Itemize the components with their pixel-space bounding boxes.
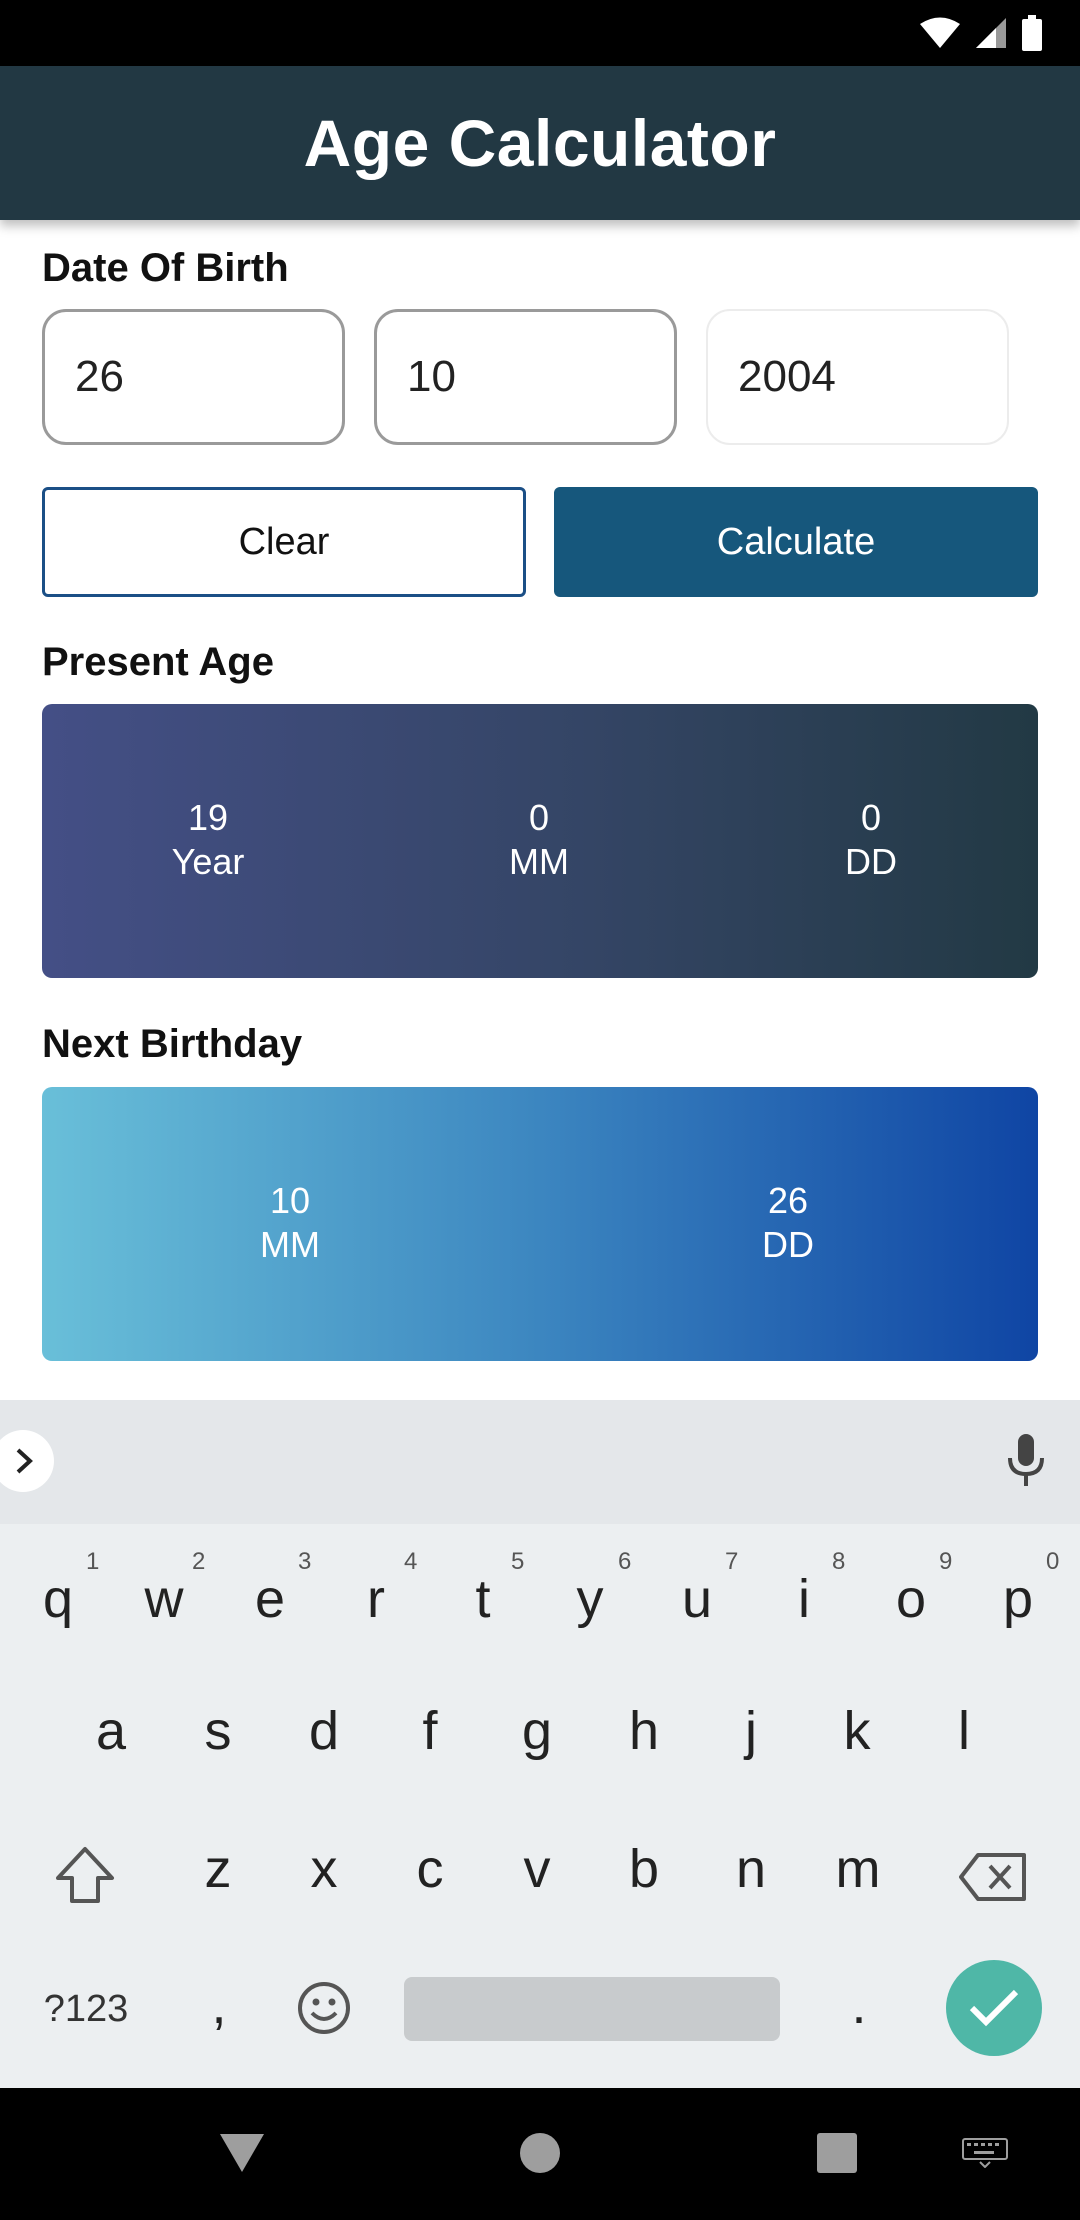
keyboard-icon[interactable] (962, 2138, 1008, 2168)
birthday-months-value: 10 (269, 1180, 311, 1221)
key-t[interactable]: t (475, 1572, 490, 1626)
age-days-unit: DD (845, 841, 897, 882)
birthday-days-unit: DD (762, 1224, 814, 1265)
next-birthday-card: 10 MM 26 DD (42, 1087, 1038, 1361)
key-hint-4: 4 (404, 1548, 418, 1575)
battery-icon (1022, 15, 1042, 51)
key-i[interactable]: i (798, 1572, 810, 1626)
key-hint-8: 8 (832, 1548, 846, 1575)
period-key[interactable]: . (851, 1978, 866, 2032)
comma-key[interactable]: , (211, 1978, 226, 2032)
key-y[interactable]: y (577, 1572, 604, 1626)
signal-icon (976, 18, 1006, 48)
key-o[interactable]: o (896, 1572, 926, 1626)
app-bar: Age Calculator (0, 66, 1080, 220)
calculate-button[interactable]: Calculate (554, 487, 1038, 597)
navigation-bar (0, 2088, 1080, 2220)
key-n[interactable]: n (736, 1842, 766, 1896)
key-hint-5: 5 (511, 1548, 525, 1575)
key-q[interactable]: q (43, 1572, 73, 1626)
clear-button[interactable]: Clear (42, 487, 526, 597)
birthday-months: 10 MM (260, 1179, 320, 1267)
key-k[interactable]: k (844, 1704, 871, 1758)
checkmark-icon (969, 1989, 1019, 2027)
age-days-value: 0 (860, 797, 882, 838)
key-g[interactable]: g (522, 1704, 552, 1758)
age-days: 0 DD (845, 796, 897, 884)
key-p[interactable]: p (1003, 1572, 1033, 1626)
date-of-birth-inputs: 26 10 2004 (42, 309, 1009, 445)
key-m[interactable]: m (836, 1842, 881, 1896)
date-of-birth-label: Date Of Birth (42, 246, 289, 290)
birthday-days-value: 26 (767, 1180, 809, 1221)
enter-key[interactable] (946, 1960, 1042, 2056)
app-title: Age Calculator (303, 106, 777, 180)
chevron-right-icon[interactable] (0, 1430, 54, 1492)
key-x[interactable]: x (311, 1842, 338, 1896)
back-triangle-icon[interactable] (218, 2130, 266, 2174)
key-hint-0: 0 (1046, 1548, 1060, 1575)
key-hint-1: 1 (86, 1548, 100, 1575)
wifi-icon (920, 17, 960, 48)
key-z[interactable]: z (205, 1842, 232, 1896)
age-years-unit: Year (171, 841, 245, 882)
key-j[interactable]: j (745, 1704, 757, 1758)
shift-icon[interactable] (54, 1846, 116, 1904)
key-hint-2: 2 (192, 1548, 206, 1575)
key-hint-9: 9 (939, 1548, 953, 1575)
day-input[interactable]: 26 (42, 309, 345, 445)
key-h[interactable]: h (629, 1704, 659, 1758)
symbols-key[interactable]: ?123 (44, 1990, 129, 2028)
key-r[interactable]: r (367, 1572, 385, 1626)
present-age-card: 19 Year 0 MM 0 DD (42, 704, 1038, 978)
key-u[interactable]: u (682, 1572, 712, 1626)
key-c[interactable]: c (417, 1842, 444, 1896)
key-v[interactable]: v (524, 1842, 551, 1896)
key-d[interactable]: d (309, 1704, 339, 1758)
recents-square-icon[interactable] (816, 2132, 858, 2174)
backspace-icon[interactable] (958, 1852, 1028, 1902)
key-hint-6: 6 (618, 1548, 632, 1575)
age-months-value: 0 (528, 797, 550, 838)
present-age-label: Present Age (42, 640, 274, 684)
key-b[interactable]: b (629, 1842, 659, 1896)
status-icons (920, 15, 1042, 51)
next-birthday-label: Next Birthday (42, 1022, 303, 1066)
key-w[interactable]: w (145, 1572, 184, 1626)
key-hint-7: 7 (725, 1548, 739, 1575)
age-years: 19 Year (172, 796, 245, 884)
home-circle-icon[interactable] (519, 2132, 561, 2174)
microphone-icon[interactable] (1006, 1434, 1046, 1493)
age-years-value: 19 (187, 797, 229, 838)
space-bar[interactable] (404, 1977, 780, 2041)
birthday-months-unit: MM (260, 1224, 320, 1265)
age-months: 0 MM (509, 796, 569, 884)
year-input[interactable]: 2004 (706, 309, 1009, 445)
key-f[interactable]: f (422, 1704, 437, 1758)
age-months-unit: MM (509, 841, 569, 882)
action-buttons: Clear Calculate (42, 487, 1038, 597)
key-l[interactable]: l (958, 1704, 970, 1758)
keyboard-toolbar (0, 1400, 1080, 1524)
emoji-icon[interactable] (296, 1980, 352, 2036)
status-bar (0, 0, 1080, 66)
birthday-days: 26 DD (762, 1179, 814, 1267)
key-hint-3: 3 (298, 1548, 312, 1575)
month-input[interactable]: 10 (374, 309, 677, 445)
key-a[interactable]: a (96, 1704, 126, 1758)
key-s[interactable]: s (205, 1704, 232, 1758)
key-e[interactable]: e (255, 1572, 285, 1626)
